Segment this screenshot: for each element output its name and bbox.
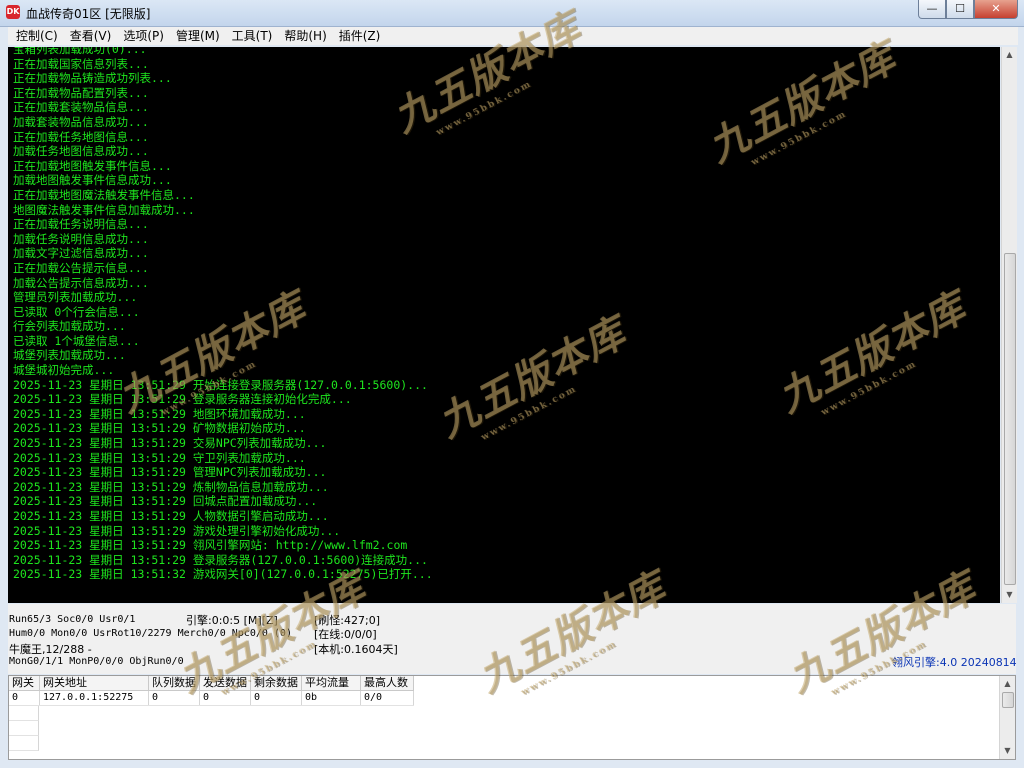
col-queue-data[interactable]: 队列数据 xyxy=(148,676,200,691)
log-line: 2025-11-23 星期日 13:51:29 回城点配置加载成功... xyxy=(13,494,318,509)
log-line: 2025-11-23 星期日 13:51:29 交易NPC列表加载成功... xyxy=(13,436,327,451)
log-console[interactable]: 宝箱列表加载成功(0)... 正在加载国家信息列表... 正在加载物品铸造成功列… xyxy=(8,47,1000,603)
empty-row xyxy=(9,706,39,721)
cell-max-players: 0/0 xyxy=(360,690,414,706)
log-line: 2025-11-23 星期日 13:51:29 翎风引擎网站: http://w… xyxy=(13,538,408,553)
menu-view[interactable]: 查看(V) xyxy=(64,27,118,45)
menu-options[interactable]: 选项(P) xyxy=(117,27,170,45)
log-line: 加载套装物品信息成功... xyxy=(13,114,149,129)
table-row[interactable]: 0 127.0.0.1:52275 0 0 0 0b 0/0 xyxy=(9,690,414,706)
log-line: 已读取 1个城堡信息... xyxy=(13,333,140,348)
engine-version-label: 翎风引擎:4.0 20240814 xyxy=(892,656,1017,669)
gateway-table[interactable]: 网关 网关地址 队列数据 发送数据 剩余数据 平均流量 最高人数 0 127.0… xyxy=(8,675,1016,760)
minimize-button[interactable]: — xyxy=(918,0,946,19)
log-line: 2025-11-23 星期日 13:51:32 游戏网关[0](127.0.0.… xyxy=(13,567,433,582)
log-line: 2025-11-23 星期日 13:51:29 游戏处理引擎初始化成功... xyxy=(13,523,341,538)
log-line: 正在加载任务地图信息... xyxy=(13,129,149,144)
cell-queue-data: 0 xyxy=(148,690,200,706)
log-line: 2025-11-23 星期日 13:51:29 人物数据引擎启动成功... xyxy=(13,509,329,523)
col-gateway-address[interactable]: 网关地址 xyxy=(39,676,149,691)
menu-plugins[interactable]: 插件(Z) xyxy=(333,27,387,45)
log-line: 管理员列表加载成功... xyxy=(13,290,138,305)
cell-gateway-address: 127.0.0.1:52275 xyxy=(39,690,149,706)
col-max-players[interactable]: 最高人数 xyxy=(360,676,414,691)
console-scrollbar[interactable]: ▲ ▼ xyxy=(1001,47,1017,603)
menu-control[interactable]: 控制(C) xyxy=(10,27,64,45)
log-line: 城堡列表加载成功... xyxy=(13,348,126,363)
log-line: 已读取 0个行会信息... xyxy=(13,304,140,319)
cell-remaining-data: 0 xyxy=(250,690,302,706)
log-line: 正在加载套装物品信息... xyxy=(13,100,149,115)
log-line: 加载文字过滤信息成功... xyxy=(13,246,149,261)
gateway-scroll-thumb[interactable] xyxy=(1002,692,1014,708)
col-avg-traffic[interactable]: 平均流量 xyxy=(301,676,361,691)
maximize-button[interactable]: ☐ xyxy=(946,0,974,19)
log-line: 2025-11-23 星期日 13:51:29 开始连接登录服务器(127.0.… xyxy=(13,377,428,392)
status-monster: 牛魔王,12/288 - xyxy=(9,643,92,656)
window-controls: — ☐ ✕ xyxy=(918,0,1018,19)
log-line: 正在加载地图魔法触发事件信息... xyxy=(13,187,195,202)
empty-row xyxy=(9,736,39,751)
log-line: 2025-11-23 星期日 13:51:29 管理NPC列表加载成功... xyxy=(13,465,327,480)
col-remaining-data[interactable]: 剩余数据 xyxy=(250,676,302,691)
log-line: 2025-11-23 星期日 13:51:29 炼制物品信息加载成功... xyxy=(13,479,329,494)
menu-manage[interactable]: 管理(M) xyxy=(170,27,226,45)
empty-row xyxy=(9,721,39,736)
status-engine-state: 引擎:0:0:5 [M][Z] xyxy=(186,614,278,627)
app-icon: DK xyxy=(6,5,20,19)
log-line: 地图魔法触发事件信息加载成功... xyxy=(13,202,195,217)
close-button[interactable]: ✕ xyxy=(974,0,1018,19)
log-line: 加载公告提示信息成功... xyxy=(13,275,149,290)
gateway-table-header: 网关 网关地址 队列数据 发送数据 剩余数据 平均流量 最高人数 xyxy=(9,676,414,691)
status-online: [在线:0/0/0] xyxy=(314,628,377,641)
log-line: 加载任务说明信息成功... xyxy=(13,231,149,246)
log-line: 宝箱列表加载成功(0)... xyxy=(13,47,147,56)
log-line: 正在加载地图触发事件信息... xyxy=(13,158,172,173)
log-line: 2025-11-23 星期日 13:51:29 登录服务器(127.0.0.1:… xyxy=(13,552,428,567)
log-line: 正在加载公告提示信息... xyxy=(13,260,149,275)
log-line: 加载任务地图信息成功... xyxy=(13,144,149,159)
log-line: 2025-11-23 星期日 13:51:29 地图环境加载成功... xyxy=(13,406,306,421)
log-line: 2025-11-23 星期日 13:51:29 矿物数据初始成功... xyxy=(13,421,306,436)
log-line: 正在加载任务说明信息... xyxy=(13,217,149,232)
log-line: 行会列表加载成功... xyxy=(13,319,126,334)
scroll-down-icon[interactable]: ▼ xyxy=(1000,743,1015,759)
window-title: 血战传奇01区 [无限版] xyxy=(26,7,151,21)
log-line: 加载地图触发事件信息成功... xyxy=(13,173,172,188)
console-scroll-thumb[interactable] xyxy=(1004,253,1016,585)
empty-rows xyxy=(9,706,39,751)
status-local: [本机:0.1604天] xyxy=(314,643,398,656)
menu-tools[interactable]: 工具(T) xyxy=(226,27,279,45)
log-line: 正在加载物品铸造成功列表... xyxy=(13,71,172,86)
menu-help[interactable]: 帮助(H) xyxy=(278,27,332,45)
log-lines: 宝箱列表加载成功(0)... 正在加载国家信息列表... 正在加载物品铸造成功列… xyxy=(8,47,433,582)
col-gateway[interactable]: 网关 xyxy=(9,676,40,691)
log-line: 2025-11-23 星期日 13:51:29 登录服务器连接初始化完成... xyxy=(13,392,352,407)
log-line: 2025-11-23 星期日 13:51:29 守卫列表加载成功... xyxy=(13,450,306,465)
menu-bar: 控制(C) 查看(V) 选项(P) 管理(M) 工具(T) 帮助(H) 插件(Z… xyxy=(8,27,1018,45)
log-line: 正在加载物品配置列表... xyxy=(13,85,149,100)
col-sent-data[interactable]: 发送数据 xyxy=(199,676,251,691)
cell-sent-data: 0 xyxy=(199,690,251,706)
cell-avg-traffic: 0b xyxy=(301,690,361,706)
log-line: 正在加载国家信息列表... xyxy=(13,56,149,71)
cell-gateway: 0 xyxy=(9,690,40,706)
status-mon-g: MonG0/1/1 MonP0/0/0 ObjRun0/0 xyxy=(9,656,184,667)
status-panel: Run65/3 Soc0/0 Usr0/1 引擎:0:0:5 [M][Z] [刷… xyxy=(8,604,1017,674)
scroll-down-icon[interactable]: ▼ xyxy=(1002,587,1017,603)
scroll-up-icon[interactable]: ▲ xyxy=(1002,47,1017,63)
log-line: 城堡城初始完成... xyxy=(13,363,115,378)
title-bar[interactable]: DK 血战传奇01区 [无限版] — ☐ ✕ xyxy=(0,0,1024,27)
scroll-up-icon[interactable]: ▲ xyxy=(1000,676,1015,692)
gateway-scrollbar[interactable]: ▲ ▼ xyxy=(999,676,1015,759)
status-run: Run65/3 Soc0/0 Usr0/1 xyxy=(9,614,136,625)
status-hum: Hum0/0 Mon0/0 UsrRot10/2279 Merch0/0 Npc… xyxy=(9,628,292,639)
